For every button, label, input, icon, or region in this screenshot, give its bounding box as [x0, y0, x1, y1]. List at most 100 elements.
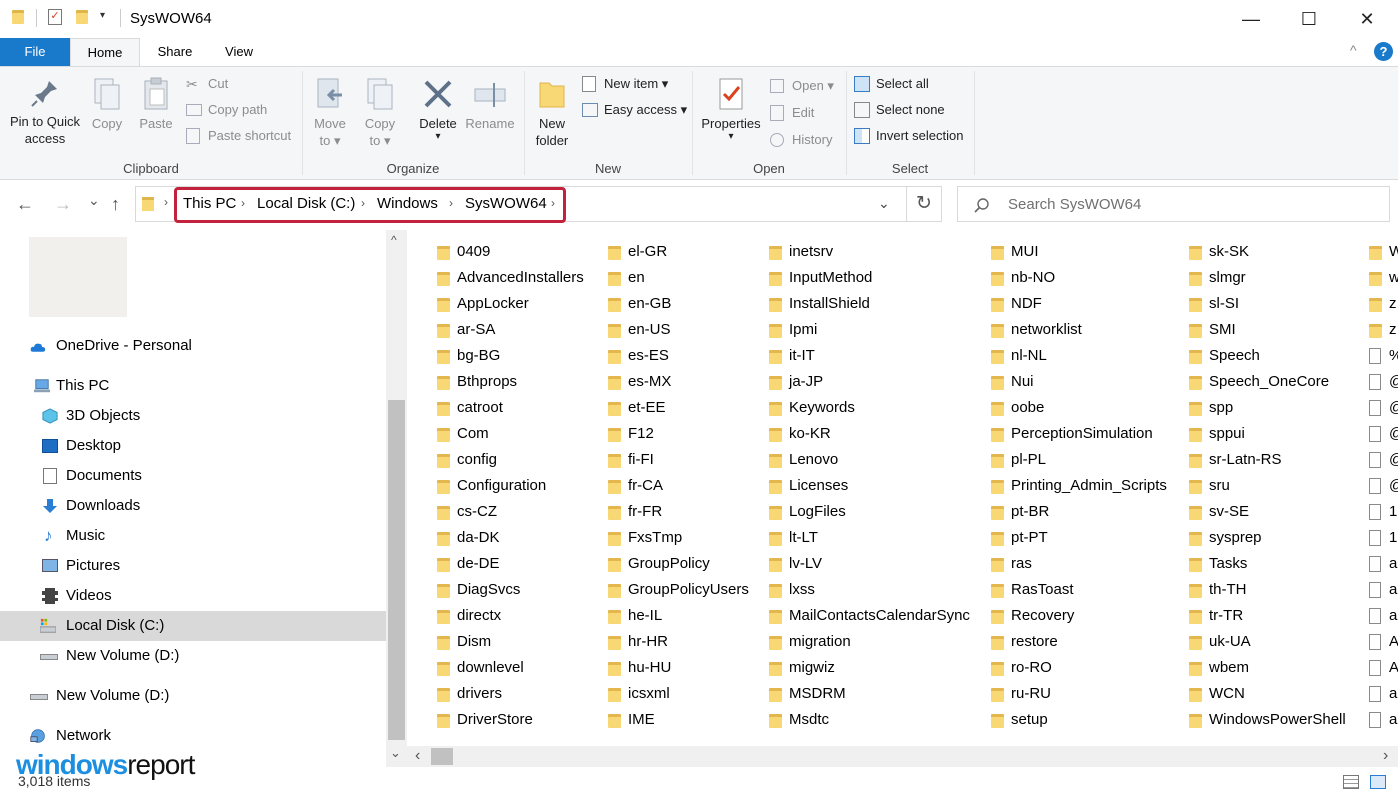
nav-item-new-volume[interactable]: New Volume (D:): [40, 641, 179, 671]
folder-item[interactable]: lv-LV: [769, 551, 822, 577]
invert-selection-button[interactable]: Invert selection: [854, 126, 963, 146]
breadcrumb-sep[interactable]: ›: [551, 196, 555, 210]
file-item[interactable]: @: [1369, 421, 1398, 447]
folder-item[interactable]: DiagSvcs: [437, 577, 520, 603]
folder-item[interactable]: Tasks: [1189, 551, 1247, 577]
folder-item[interactable]: GroupPolicy: [608, 551, 710, 577]
tab-home[interactable]: Home: [70, 38, 140, 66]
folder-item[interactable]: z: [1369, 291, 1397, 317]
folder-item[interactable]: Recovery: [991, 603, 1074, 629]
folder-item[interactable]: AppLocker: [437, 291, 529, 317]
folder-item[interactable]: icsxml: [608, 681, 670, 707]
folder-item[interactable]: en-GB: [608, 291, 671, 317]
folder-item[interactable]: MUI: [991, 239, 1039, 265]
folder-item[interactable]: InputMethod: [769, 265, 872, 291]
easy-access-button[interactable]: Easy access ▾: [582, 100, 687, 120]
folder-item[interactable]: es-ES: [608, 343, 669, 369]
paste-shortcut-button[interactable]: Paste shortcut: [186, 126, 291, 146]
folder-item[interactable]: FxsTmp: [608, 525, 682, 551]
nav-item-documents[interactable]: Documents: [42, 461, 142, 491]
copy-button[interactable]: Copy: [86, 77, 128, 132]
folder-item[interactable]: ar-SA: [437, 317, 495, 343]
scrollbar-thumb[interactable]: [431, 748, 453, 765]
breadcrumb-windows[interactable]: Windows: [377, 195, 438, 212]
scroll-right-icon[interactable]: ›: [1383, 747, 1388, 765]
file-item[interactable]: @: [1369, 369, 1398, 395]
search-input[interactable]: Search SysWOW64: [1008, 196, 1141, 213]
folder-item[interactable]: restore: [991, 629, 1058, 655]
copy-to-button[interactable]: Copy to ▾: [358, 77, 402, 149]
breadcrumb-sep[interactable]: ›: [241, 196, 245, 210]
folder-item[interactable]: migwiz: [769, 655, 835, 681]
folder-item[interactable]: GroupPolicyUsers: [608, 577, 749, 603]
file-item[interactable]: A: [1369, 655, 1398, 681]
folder-item[interactable]: LogFiles: [769, 499, 846, 525]
folder-item[interactable]: en: [608, 265, 645, 291]
folder-item[interactable]: Keywords: [769, 395, 855, 421]
folder-item[interactable]: tr-TR: [1189, 603, 1243, 629]
large-icons-view-icon[interactable]: [1370, 775, 1386, 789]
new-item-button[interactable]: New item ▾: [582, 74, 668, 94]
folder-item[interactable]: de-DE: [437, 551, 500, 577]
folder-item[interactable]: he-IL: [608, 603, 662, 629]
file-item[interactable]: @: [1369, 473, 1398, 499]
properties-button[interactable]: Properties ▾: [696, 77, 766, 142]
folder-item[interactable]: uk-UA: [1189, 629, 1251, 655]
file-item[interactable]: %: [1369, 343, 1398, 369]
folder-item[interactable]: Com: [437, 421, 489, 447]
breadcrumb-syswow64[interactable]: SysWOW64: [465, 195, 547, 212]
scroll-down-icon[interactable]: ⌄: [390, 745, 401, 761]
folder-item[interactable]: z: [1369, 317, 1397, 343]
recent-locations-button[interactable]: ⌄: [88, 192, 100, 209]
scroll-left-icon[interactable]: ‹: [415, 747, 420, 765]
folder-item[interactable]: W: [1369, 239, 1398, 265]
delete-button[interactable]: Delete ▾: [414, 77, 462, 142]
folder-item[interactable]: pt-PT: [991, 525, 1048, 551]
pin-to-quick-access-button[interactable]: Pin to Quick access: [4, 77, 86, 147]
nav-item-downloads[interactable]: Downloads: [42, 491, 140, 521]
folder-item[interactable]: PerceptionSimulation: [991, 421, 1153, 447]
scrollbar-thumb[interactable]: [388, 400, 405, 740]
folder-item[interactable]: sppui: [1189, 421, 1245, 447]
folder-item[interactable]: ja-JP: [769, 369, 823, 395]
folder-item[interactable]: Speech_OneCore: [1189, 369, 1329, 395]
folder-item[interactable]: fr-CA: [608, 473, 663, 499]
address-dropdown-button[interactable]: ⌄: [878, 195, 890, 212]
folder-item[interactable]: sru: [1189, 473, 1230, 499]
folder-item[interactable]: ro-RO: [991, 655, 1052, 681]
file-item[interactable]: @: [1369, 447, 1398, 473]
breadcrumb-this-pc[interactable]: This PC: [183, 195, 236, 212]
nav-item-3d-objects[interactable]: 3D Objects: [42, 401, 140, 431]
new-folder-quick-icon[interactable]: [76, 10, 88, 24]
breadcrumb-sep[interactable]: ›: [449, 196, 453, 210]
folder-item[interactable]: sl-SI: [1189, 291, 1239, 317]
open-button[interactable]: Open ▾: [770, 76, 834, 96]
folder-item[interactable]: Nui: [991, 369, 1034, 395]
folder-item[interactable]: ras: [991, 551, 1032, 577]
file-item[interactable]: a: [1369, 603, 1397, 629]
nav-item-new-volume[interactable]: New Volume (D:): [30, 681, 169, 711]
folder-item[interactable]: ko-KR: [769, 421, 831, 447]
folder-item[interactable]: da-DK: [437, 525, 500, 551]
folder-item[interactable]: Lenovo: [769, 447, 838, 473]
nav-item-videos[interactable]: Videos: [42, 581, 112, 611]
folder-item[interactable]: Bthprops: [437, 369, 517, 395]
paste-button[interactable]: Paste: [134, 77, 178, 132]
folder-item[interactable]: Configuration: [437, 473, 546, 499]
folder-item[interactable]: setup: [991, 707, 1048, 733]
folder-item[interactable]: InstallShield: [769, 291, 870, 317]
file-list-scrollbar[interactable]: ‹ ›: [407, 746, 1398, 767]
folder-item[interactable]: pt-BR: [991, 499, 1049, 525]
delete-dropdown-icon[interactable]: ▾: [414, 132, 462, 142]
copy-path-button[interactable]: Copy path: [186, 100, 267, 120]
minimize-button[interactable]: —: [1222, 0, 1280, 38]
folder-item[interactable]: spp: [1189, 395, 1233, 421]
history-button[interactable]: History: [770, 130, 832, 150]
folder-item[interactable]: lxss: [769, 577, 815, 603]
folder-item[interactable]: directx: [437, 603, 501, 629]
folder-item[interactable]: es-MX: [608, 369, 671, 395]
folder-item[interactable]: WCN: [1189, 681, 1245, 707]
folder-item[interactable]: pl-PL: [991, 447, 1046, 473]
folder-item[interactable]: Ipmi: [769, 317, 817, 343]
file-item[interactable]: @: [1369, 395, 1398, 421]
